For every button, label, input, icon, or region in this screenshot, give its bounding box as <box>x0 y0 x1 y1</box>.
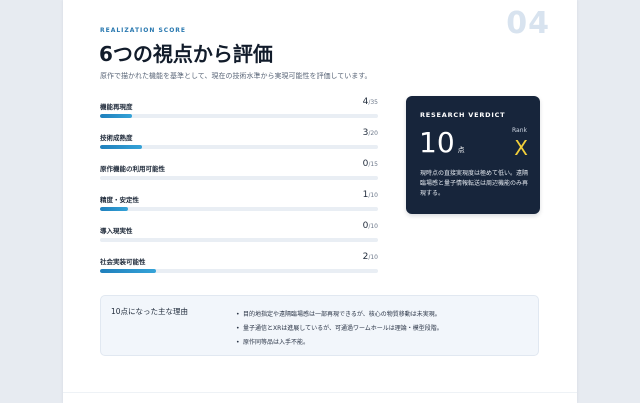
section-number: 04 <box>506 6 550 41</box>
progress-bar-fill <box>100 207 128 211</box>
reasons-heading: 10点になった主な理由 <box>111 307 189 316</box>
progress-bar-track <box>100 238 378 242</box>
progress-bar-track <box>100 176 378 180</box>
progress-bar-fill <box>100 269 156 273</box>
metric-label: 技術成熟度 <box>100 134 133 142</box>
bullet-icon: • <box>236 325 240 332</box>
metric-score: 1/10 <box>363 190 378 200</box>
page-title: 6つの視点から評価 <box>99 42 273 66</box>
metric-score-max: /10 <box>368 223 378 230</box>
bullet-icon: • <box>236 339 240 346</box>
progress-bar-track <box>100 207 378 211</box>
metric-row: 原作機能の利用可能性 0/15 <box>100 158 378 189</box>
progress-bar-track <box>100 145 378 149</box>
progress-bar-fill <box>100 145 142 149</box>
reason-text: 量子通信とXRは進展しているが、可通過ワームホールは理論・模型段階。 <box>243 325 443 332</box>
verdict-score: 10 点 <box>419 126 465 159</box>
metric-row: 機能再現度 4/35 <box>100 96 378 127</box>
progress-bar-track <box>100 269 378 273</box>
score-card: 04 REALIZATION SCORE 6つの視点から評価 原作で描かれた機能… <box>63 0 577 403</box>
verdict-score-unit: 点 <box>457 146 465 154</box>
metric-score-max: /15 <box>368 161 378 168</box>
divider <box>63 392 577 393</box>
metric-label: 精度・安定性 <box>100 196 139 204</box>
verdict-rank-label: Rank <box>512 127 527 134</box>
reason-item: • 原作同等品は入手不能。 <box>236 336 443 350</box>
metric-score-max: /35 <box>368 99 378 106</box>
metric-row: 精度・安定性 1/10 <box>100 189 378 220</box>
verdict-note: 現時点の直接実現度は極めて低い。遠隔臨場感と量子情報転送は周辺機能のみ再現する。 <box>420 170 529 197</box>
progress-bar-track <box>100 114 378 118</box>
reason-text: 原作同等品は入手不能。 <box>243 339 310 346</box>
page-subtitle: 原作で描かれた機能を基準として、現在の技術水準から実現可能性を評価しています。 <box>100 72 372 80</box>
metric-score: 0/10 <box>363 221 378 231</box>
metric-row: 技術成熟度 3/20 <box>100 127 378 158</box>
reasons-list: • 目的地指定や遠隔臨場感は一部再現できるが、核心の物質移動は未実現。 • 量子通信… <box>236 308 443 350</box>
metric-label: 導入現実性 <box>100 227 133 235</box>
reason-text: 目的地指定や遠隔臨場感は一部再現できるが、核心の物質移動は未実現。 <box>243 311 441 318</box>
verdict-panel: RESEARCH VERDICT 10 点 Rank X 現時点の直接実現度は極め… <box>406 96 540 214</box>
metric-label: 社会実装可能性 <box>100 258 146 266</box>
verdict-score-value: 10 <box>419 126 455 159</box>
metric-score-max: /10 <box>368 254 378 261</box>
metric-label: 機能再現度 <box>100 103 133 111</box>
reasons-box: 10点になった主な理由 • 目的地指定や遠隔臨場感は一部再現できるが、核心の物質移… <box>100 295 539 356</box>
metric-row: 導入現実性 0/10 <box>100 220 378 251</box>
metric-score: 2/10 <box>363 252 378 262</box>
verdict-heading: RESEARCH VERDICT <box>420 111 506 119</box>
metric-score: 4/35 <box>363 97 378 107</box>
verdict-rank: X <box>514 136 528 160</box>
metric-score: 3/20 <box>363 128 378 138</box>
eyebrow-label: REALIZATION SCORE <box>100 27 187 34</box>
metric-label: 原作機能の利用可能性 <box>100 165 165 173</box>
metric-row: 社会実装可能性 2/10 <box>100 251 378 282</box>
reason-item: • 量子通信とXRは進展しているが、可通過ワームホールは理論・模型段階。 <box>236 322 443 336</box>
progress-bar-fill <box>100 114 132 118</box>
metric-score: 0/15 <box>363 159 378 169</box>
metric-list: 機能再現度 4/35 技術成熟度 3/20 原作機能の利用可能性 0/15 精度… <box>100 96 378 282</box>
metric-score-max: /20 <box>368 130 378 137</box>
metric-score-max: /10 <box>368 192 378 199</box>
reason-item: • 目的地指定や遠隔臨場感は一部再現できるが、核心の物質移動は未実現。 <box>236 308 443 322</box>
bullet-icon: • <box>236 311 240 318</box>
